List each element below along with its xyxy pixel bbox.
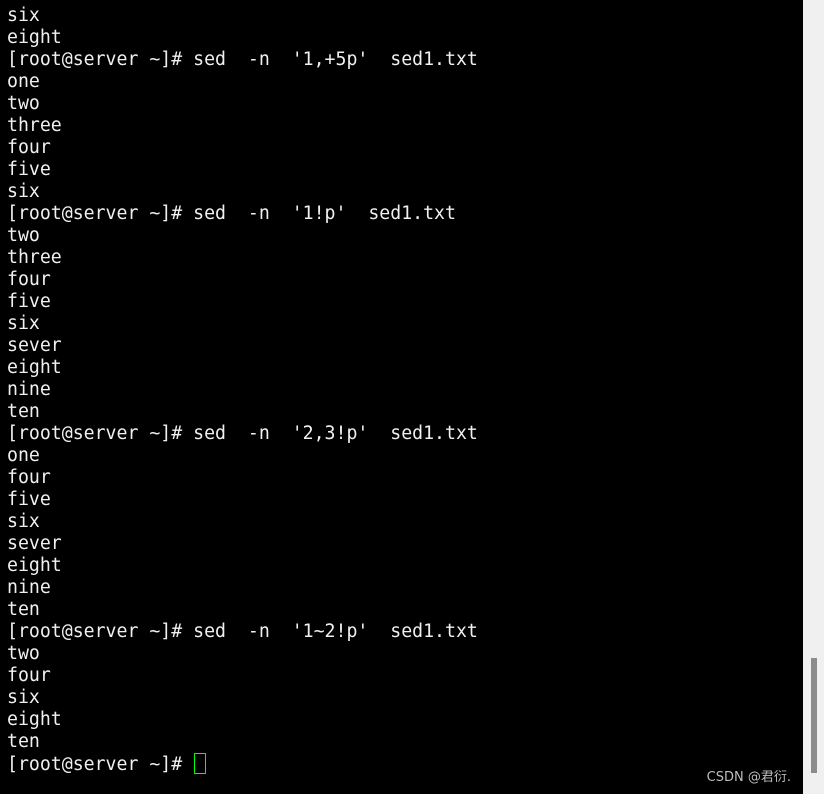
output-line: ten xyxy=(7,401,40,422)
output-line: ten xyxy=(7,731,40,752)
output-line: five xyxy=(7,159,51,180)
terminal-output: six eight [root@server ~]# sed -n '1,+5p' … xyxy=(7,5,478,775)
scrollbar-thumb[interactable] xyxy=(811,658,817,773)
command-line: [root@server ~]# sed -n '1!p' sed1.txt xyxy=(7,203,456,224)
output-line: eight xyxy=(7,555,62,576)
output-line: two xyxy=(7,225,40,246)
command-line: [root@server ~]# sed -n '1,+5p' sed1.txt xyxy=(7,49,478,70)
output-line: eight xyxy=(7,357,62,378)
output-line: six xyxy=(7,313,40,334)
output-line: ten xyxy=(7,599,40,620)
output-line: five xyxy=(7,489,51,510)
output-line: four xyxy=(7,269,51,290)
output-line: one xyxy=(7,445,40,466)
output-line: six xyxy=(7,181,40,202)
active-prompt-line[interactable]: [root@server ~]# xyxy=(7,753,478,775)
output-line: four xyxy=(7,467,51,488)
output-line: one xyxy=(7,71,40,92)
output-line: three xyxy=(7,115,62,136)
command-line: [root@server ~]# sed -n '1~2!p' sed1.txt xyxy=(7,621,478,642)
output-line: eight xyxy=(7,709,62,730)
output-line: sever xyxy=(7,533,62,554)
output-line: five xyxy=(7,291,51,312)
prompt: [root@server ~]# xyxy=(7,754,194,775)
cursor xyxy=(194,753,207,774)
output-line: nine xyxy=(7,379,51,400)
output-line: nine xyxy=(7,577,51,598)
watermark: CSDN @君衍. xyxy=(706,770,791,785)
output-line: four xyxy=(7,137,51,158)
output-line: two xyxy=(7,93,40,114)
terminal-window[interactable]: six eight [root@server ~]# sed -n '1,+5p' … xyxy=(0,0,803,794)
vertical-scrollbar[interactable] xyxy=(803,0,824,794)
output-line: two xyxy=(7,643,40,664)
command-line: [root@server ~]# sed -n '2,3!p' sed1.txt xyxy=(7,423,478,444)
output-line: eight xyxy=(7,27,62,48)
output-line: six xyxy=(7,687,40,708)
output-line: six xyxy=(7,511,40,532)
output-line: sever xyxy=(7,335,62,356)
output-line: six xyxy=(7,5,40,26)
output-line: four xyxy=(7,665,51,686)
output-line: three xyxy=(7,247,62,268)
